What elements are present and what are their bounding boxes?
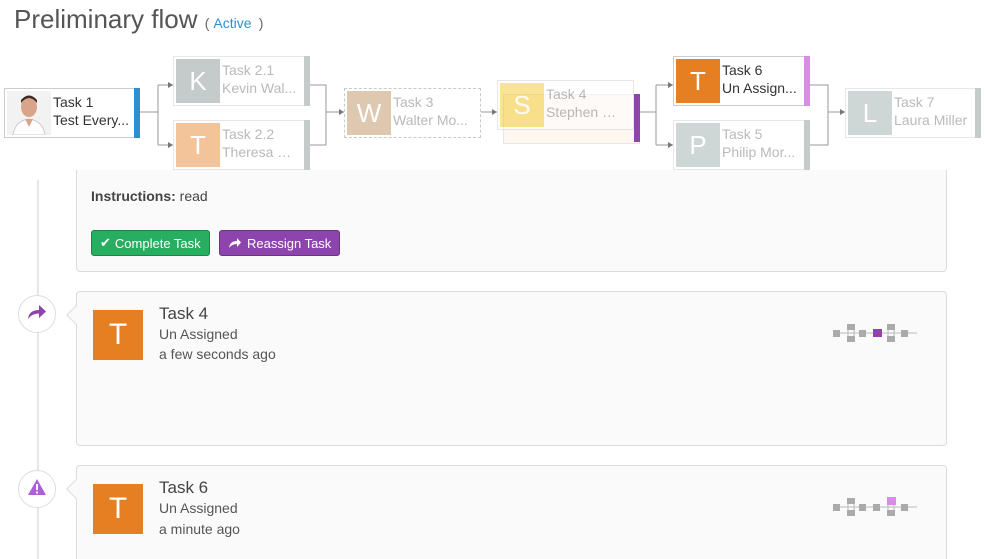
flow-node-task-5[interactable]: P Task 5 Philip Mor... (673, 120, 810, 170)
node-subtitle: Test Every... (53, 112, 129, 128)
warning-icon (27, 478, 47, 501)
node-title: Task 2.2 (222, 126, 275, 142)
status-paren-close: ) (258, 15, 264, 31)
avatar: T (93, 484, 143, 534)
card-pointer (66, 305, 86, 325)
card-pointer (66, 479, 86, 499)
instructions: Instructions: read (91, 188, 208, 204)
share-icon (228, 237, 242, 249)
flow-node-task-1[interactable]: Task 1 Test Every... (4, 88, 140, 138)
timeline-icon (18, 470, 56, 508)
share-icon (27, 304, 47, 325)
task-details-card: Instructions: read ✔ Complete Task Reass… (76, 170, 947, 272)
status-bar (634, 94, 640, 142)
node-title: Task 1 (53, 94, 94, 110)
avatar: T (93, 310, 143, 360)
flow-node-task-3[interactable]: W Task 3 Walter Mo... (344, 88, 481, 138)
timeline-card-task-6: T Task 6 Un Assigned a minute ago (66, 465, 947, 559)
flow-node-task-6[interactable]: T Task 6 Un Assign... (673, 56, 810, 106)
node-subtitle: Theresa H... (222, 144, 299, 160)
task-title[interactable]: Task 6 (159, 478, 208, 498)
timeline-icon (18, 295, 56, 333)
status-bar (304, 56, 310, 106)
node-subtitle: Walter Mo... (393, 112, 468, 128)
task-assignee: Un Assigned (159, 500, 238, 516)
node-title: Task 6 (722, 62, 763, 78)
avatar: T (676, 59, 720, 103)
page-title: Preliminary flow (Active ) (14, 4, 263, 35)
reassign-task-label: Reassign Task (247, 235, 332, 251)
node-subtitle: Stephen W... (546, 104, 623, 120)
mini-flow-icon (833, 324, 917, 342)
status-bar (804, 120, 810, 170)
node-title: Task 3 (393, 94, 434, 110)
node-subtitle: Philip Mor... (722, 144, 796, 160)
avatar: K (176, 59, 220, 103)
flow-node-task-7[interactable]: L Task 7 Laura Miller (845, 88, 981, 138)
node-title: Task 5 (722, 126, 763, 142)
timeline-card-task-4: T Task 4 Un Assigned a few seconds ago (66, 291, 947, 446)
instructions-label: Instructions: (91, 188, 176, 204)
status-bar (304, 120, 310, 170)
avatar: P (676, 123, 720, 167)
avatar: W (347, 91, 391, 135)
flow-node-task-2-1[interactable]: K Task 2.1 Kevin Wal... (173, 56, 310, 106)
flow-node-task-4[interactable]: S Task 4 Stephen W... (497, 80, 634, 130)
flow-title: Preliminary flow (14, 4, 198, 34)
node-subtitle: Un Assign... (722, 80, 797, 96)
avatar: T (176, 123, 220, 167)
flow-connectors (140, 82, 845, 148)
mini-flow-icon (833, 497, 917, 516)
status-paren-open: ( (204, 15, 210, 31)
node-title: Task 7 (894, 94, 935, 110)
node-title: Task 4 (546, 86, 587, 102)
avatar: L (848, 91, 892, 135)
status-bar (134, 88, 140, 138)
flow-node-task-2-2[interactable]: T Task 2.2 Theresa H... (173, 120, 310, 170)
avatar-photo (7, 91, 51, 135)
node-subtitle: Laura Miller (894, 112, 968, 128)
status-bar (804, 56, 810, 106)
task-time: a few seconds ago (159, 346, 276, 362)
instructions-value: read (179, 188, 208, 204)
task-title[interactable]: Task 4 (159, 304, 208, 324)
avatar: S (500, 83, 544, 127)
task-time: a minute ago (159, 521, 240, 537)
flow-diagram: Task 1 Test Every... K Task 2.1 Kevin Wa… (0, 50, 985, 180)
status-badge[interactable]: Active (213, 15, 251, 31)
node-subtitle: Kevin Wal... (222, 80, 297, 96)
complete-task-label: Complete Task (114, 235, 201, 251)
node-title: Task 2.1 (222, 62, 275, 78)
status-bar (975, 88, 981, 138)
check-icon: ✔ (100, 235, 111, 250)
task-assignee: Un Assigned (159, 326, 238, 342)
reassign-task-button[interactable]: Reassign Task (219, 230, 341, 256)
complete-task-button[interactable]: ✔ Complete Task (91, 230, 210, 256)
